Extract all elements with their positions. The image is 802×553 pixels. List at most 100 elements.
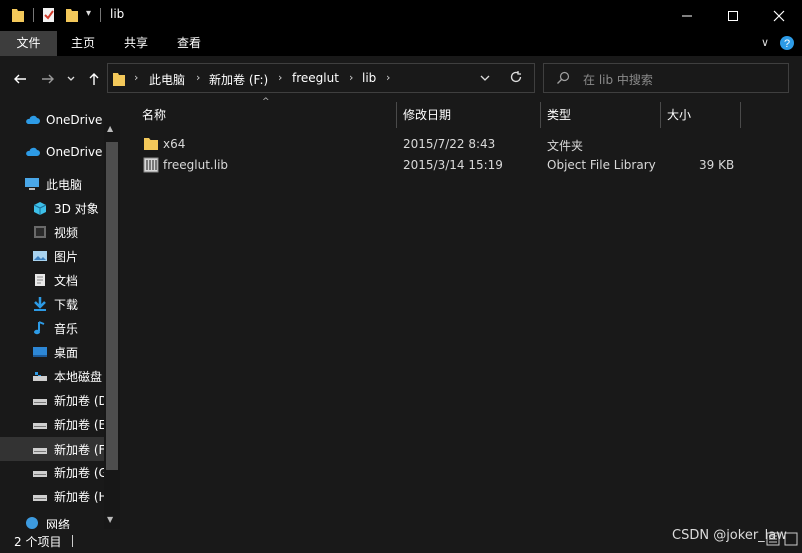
- refresh-icon[interactable]: [509, 70, 523, 87]
- search-input[interactable]: 在 lib 中搜索: [583, 71, 653, 88]
- window-title: lib: [110, 7, 125, 21]
- forward-button[interactable]: [37, 68, 59, 90]
- watermark: CSDN @joker_law: [672, 528, 787, 543]
- sidebar-item-music[interactable]: 音乐: [32, 317, 142, 339]
- file-name[interactable]: x64: [163, 137, 185, 151]
- address-bar[interactable]: › 此电脑 › 新加卷 (F:) › freeglut › lib ›: [107, 63, 535, 93]
- scrollbar-thumb[interactable]: [106, 142, 118, 470]
- search-box[interactable]: 在 lib 中搜索: [543, 63, 789, 93]
- document-icon: [35, 274, 45, 286]
- column-divider[interactable]: [740, 102, 741, 128]
- column-header-date[interactable]: 修改日期: [403, 102, 451, 128]
- drive-icon: [33, 471, 47, 477]
- properties-icon[interactable]: [42, 6, 56, 26]
- up-button[interactable]: [83, 68, 105, 90]
- chevron-right-icon[interactable]: ›: [278, 71, 282, 84]
- sidebar-item-volume-h[interactable]: 新加卷 (H: [32, 485, 142, 507]
- sidebar-item-documents[interactable]: 文档: [32, 269, 142, 291]
- breadcrumb-lib[interactable]: lib: [362, 71, 376, 85]
- file-type: 文件夹: [547, 139, 584, 153]
- sidebar-item-volume-f[interactable]: 新加卷 (F: [32, 438, 142, 460]
- customize-quick-access-icon[interactable]: ▾: [86, 8, 91, 19]
- file-name[interactable]: freeglut.lib: [163, 158, 228, 172]
- minimize-button[interactable]: [664, 0, 710, 31]
- chevron-right-icon[interactable]: ›: [386, 71, 390, 84]
- cloud-icon: [26, 147, 40, 156]
- chevron-down-icon[interactable]: [480, 72, 490, 86]
- column-divider[interactable]: [396, 102, 397, 128]
- sidebar-item-volume-g[interactable]: 新加卷 (G: [32, 461, 142, 483]
- drive-icon: [33, 372, 47, 381]
- file-date: 2015/3/14 15:19: [403, 158, 503, 172]
- tab-home[interactable]: 主页: [60, 31, 106, 56]
- status-divider: [72, 535, 73, 547]
- sidebar-item-downloads[interactable]: 下载: [32, 293, 142, 315]
- file-row[interactable]: x64 2015/7/22 8:43 文件夹: [126, 133, 746, 155]
- column-header-name[interactable]: 名称: [142, 102, 166, 128]
- sidebar-item-pictures[interactable]: 图片: [32, 245, 142, 267]
- sidebar-item-local-disk[interactable]: 本地磁盘: [32, 365, 142, 387]
- item-count: 2 个项目: [14, 535, 62, 549]
- drive-icon: [33, 495, 47, 501]
- search-icon: [556, 71, 570, 88]
- title-bar: ▾ lib: [0, 0, 802, 31]
- file-size: 39 KB: [699, 158, 735, 172]
- svg-text:?: ?: [784, 38, 790, 50]
- new-folder-icon[interactable]: [65, 6, 79, 26]
- sidebar-item-label: 本地磁盘: [54, 369, 103, 384]
- breadcrumb-volume-f[interactable]: 新加卷 (F:): [209, 71, 268, 88]
- sidebar-item-label: 此电脑: [46, 177, 83, 192]
- video-icon: [34, 226, 46, 238]
- sidebar-item-label: 下载: [54, 297, 79, 312]
- sidebar-item-3d-objects[interactable]: 3D 对象: [32, 197, 142, 219]
- breadcrumb-this-pc[interactable]: 此电脑: [149, 71, 185, 88]
- maximize-button[interactable]: [710, 0, 756, 31]
- breadcrumb-freeglut[interactable]: freeglut: [292, 71, 339, 85]
- music-icon: [34, 321, 45, 335]
- tab-view[interactable]: 查看: [166, 31, 212, 56]
- chevron-right-icon[interactable]: ›: [196, 71, 200, 84]
- folder-icon: [143, 135, 159, 154]
- file-date: 2015/7/22 8:43: [403, 137, 496, 151]
- desktop-icon: [33, 347, 47, 357]
- sidebar-item-label: 网络: [46, 518, 71, 529]
- navigation-pane: OneDrive OneDrive 此电脑 3D 对象 视频 图片 文档 下载 …: [0, 101, 121, 529]
- chevron-right-icon[interactable]: ›: [134, 71, 138, 84]
- sidebar-item-label: 图片: [54, 249, 79, 264]
- sidebar-item-volume-e[interactable]: 新加卷 (E: [32, 413, 142, 435]
- column-header-type[interactable]: 类型: [547, 102, 571, 128]
- recent-locations-button[interactable]: [63, 68, 79, 90]
- drive-icon: [33, 423, 47, 429]
- drive-icon: [33, 448, 47, 454]
- chevron-right-icon[interactable]: ›: [349, 71, 353, 84]
- column-header-size[interactable]: 大小: [667, 102, 691, 128]
- network-icon: [26, 517, 38, 529]
- expand-ribbon-icon[interactable]: ∨: [761, 36, 769, 49]
- sidebar-item-desktop[interactable]: 桌面: [32, 341, 142, 363]
- sort-ascending-icon: ^: [262, 97, 270, 107]
- cube-icon: [33, 202, 47, 215]
- sidebar-item-label: 桌面: [54, 345, 79, 360]
- tab-file[interactable]: 文件: [0, 31, 57, 56]
- help-icon[interactable]: ?: [779, 35, 795, 54]
- sidebar-item-label: 新加卷 (F: [54, 442, 106, 457]
- sidebar-item-label: 新加卷 (E: [54, 417, 107, 432]
- sidebar-item-label: OneDrive: [46, 113, 103, 127]
- scroll-down-icon[interactable]: ▼: [107, 515, 113, 524]
- scroll-up-icon[interactable]: ▲: [107, 124, 113, 133]
- sidebar-item-label: 音乐: [54, 321, 79, 336]
- sidebar-item-label: 新加卷 (H: [54, 489, 108, 504]
- column-divider[interactable]: [660, 102, 661, 128]
- tab-share[interactable]: 共享: [113, 31, 159, 56]
- toolbar-divider: [33, 8, 34, 22]
- folder-icon[interactable]: [11, 6, 25, 26]
- column-divider[interactable]: [540, 102, 541, 128]
- ribbon: 文件 主页 共享 查看 ∨ ?: [0, 31, 802, 56]
- sidebar-item-videos[interactable]: 视频: [32, 221, 142, 243]
- back-button[interactable]: [9, 68, 31, 90]
- file-type: Object File Library: [547, 158, 656, 172]
- cloud-icon: [26, 115, 40, 124]
- close-button[interactable]: [756, 0, 802, 31]
- file-row[interactable]: freeglut.lib 2015/3/14 15:19 Object File…: [126, 154, 746, 176]
- sidebar-item-volume-d[interactable]: 新加卷 (D: [32, 389, 142, 411]
